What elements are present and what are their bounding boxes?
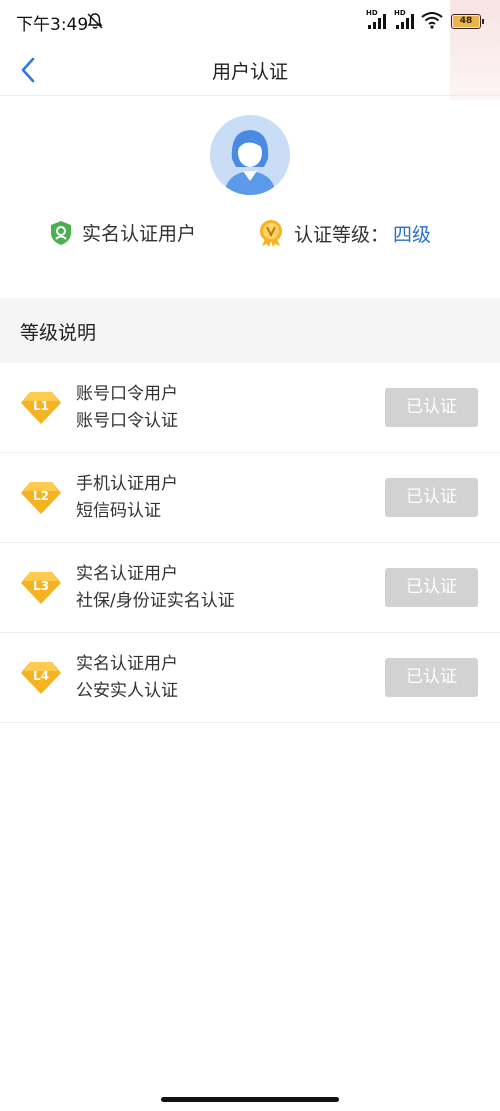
- diamond-badge-icon: L3: [21, 572, 61, 604]
- badge-label: L3: [33, 579, 49, 593]
- wifi-icon: [421, 12, 443, 29]
- badge-label: L1: [33, 399, 49, 413]
- signal-icon: HD: [366, 9, 390, 30]
- hd-label: HD: [394, 9, 406, 17]
- level-badge: 认证等级： 四级: [258, 219, 431, 247]
- level-name: 手机认证用户: [76, 474, 178, 494]
- verified-button[interactable]: 已认证: [385, 658, 478, 697]
- level-desc: 社保/身份证实名认证: [76, 591, 235, 611]
- section-title: 等级说明: [20, 322, 97, 344]
- level-desc: 账号口令认证: [76, 411, 178, 431]
- list-item: L4 实名认证用户 公安实人认证 已认证: [0, 633, 500, 723]
- list-item: L1 账号口令用户 账号口令认证 已认证: [0, 363, 500, 453]
- page-title: 用户认证: [211, 61, 288, 83]
- signal-icon: HD: [394, 9, 418, 30]
- level-name: 实名认证用户: [76, 564, 178, 584]
- verified-button[interactable]: 已认证: [385, 478, 478, 517]
- bell-off-icon: [87, 13, 103, 29]
- nav-bar: 用户认证: [0, 44, 500, 96]
- home-indicator[interactable]: [161, 1097, 339, 1102]
- level-list: L1 账号口令用户 账号口令认证 已认证 L2 手机认证用户 短信码认证 已认证…: [0, 363, 500, 723]
- status-time: 下午3:49: [16, 15, 89, 35]
- badge-label: L2: [33, 489, 49, 503]
- list-item: L2 手机认证用户 短信码认证 已认证: [0, 453, 500, 543]
- level-value: 四级: [393, 223, 432, 246]
- verified-button[interactable]: 已认证: [385, 568, 478, 607]
- real-name-label: 实名认证用户: [82, 223, 197, 245]
- badge-label: L4: [33, 669, 49, 683]
- real-name-badge: 实名认证用户: [50, 219, 196, 246]
- medal-icon: [260, 220, 282, 247]
- list-item: L3 实名认证用户 社保/身份证实名认证 已认证: [0, 543, 500, 633]
- user-avatar-icon: [210, 115, 290, 195]
- level-label: 认证等级：: [294, 223, 390, 246]
- level-name: 实名认证用户: [76, 654, 178, 674]
- status-bar: 下午3:49 HD HD 48: [0, 0, 500, 100]
- shield-check-icon: [51, 220, 71, 245]
- level-desc: 短信码认证: [76, 501, 161, 521]
- section-header: 等级说明: [0, 298, 500, 363]
- diamond-badge-icon: L4: [21, 662, 61, 694]
- diamond-badge-icon: L2: [21, 482, 61, 514]
- verified-button[interactable]: 已认证: [385, 388, 478, 427]
- level-name: 账号口令用户: [76, 384, 178, 404]
- hd-label: HD: [366, 9, 378, 17]
- profile-info: 实名认证用户 认证等级： 四级: [0, 216, 500, 250]
- diamond-badge-icon: L1: [21, 392, 61, 424]
- level-desc: 公安实人认证: [76, 681, 178, 701]
